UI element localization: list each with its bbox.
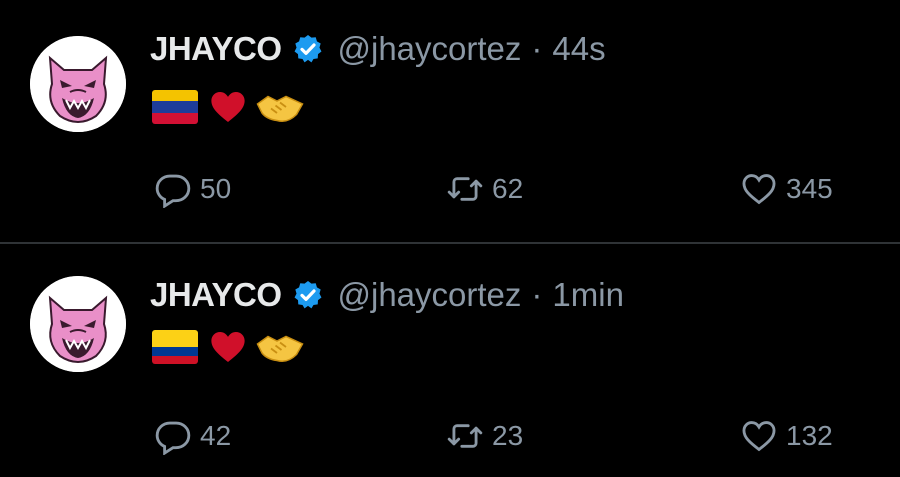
reply-count: 42	[200, 420, 232, 451]
avatar[interactable]	[30, 36, 126, 132]
like-count: 132	[786, 420, 833, 451]
tweet-content	[152, 328, 304, 366]
timestamp[interactable]: 1min	[552, 276, 624, 314]
handshake-icon	[256, 335, 304, 362]
user-handle[interactable]: @jhaycortez	[338, 276, 522, 314]
reply-count: 50	[200, 173, 232, 204]
retweet-count: 62	[492, 173, 524, 204]
red-heart-icon	[211, 91, 245, 123]
retweet-count: 23	[492, 420, 524, 451]
like-button[interactable]: 345	[740, 170, 833, 208]
tweet-actions: 42 23 132	[0, 417, 900, 461]
cat-mask-avatar-icon	[30, 276, 126, 372]
like-button[interactable]: 132	[740, 417, 833, 455]
tweet[interactable]: JHAYCO @jhaycortez · 1min 42 23 132	[0, 246, 900, 477]
colombia-flag-icon	[152, 330, 198, 364]
display-name[interactable]: JHAYCO	[150, 30, 282, 68]
like-icon	[742, 421, 776, 452]
display-name[interactable]: JHAYCO	[150, 276, 282, 314]
red-heart-icon	[211, 331, 245, 363]
tweet-header: JHAYCO @jhaycortez · 1min	[150, 276, 624, 314]
divider	[0, 242, 900, 244]
verified-icon	[294, 281, 321, 309]
verified-icon	[294, 35, 321, 63]
tweet[interactable]: JHAYCO @jhaycortez · 44s 50 62 345	[0, 0, 900, 242]
tweet-content	[152, 88, 304, 126]
reply-button[interactable]: 50	[154, 170, 231, 208]
separator-dot: ·	[531, 276, 543, 313]
like-count: 345	[786, 173, 833, 204]
reply-icon	[155, 174, 191, 208]
retweet-icon	[447, 177, 483, 201]
cat-mask-avatar-icon	[30, 36, 126, 132]
tweet-actions: 50 62 345	[0, 170, 900, 214]
retweet-button[interactable]: 23	[446, 417, 523, 455]
avatar[interactable]	[30, 276, 126, 372]
reply-button[interactable]: 42	[154, 417, 231, 455]
user-handle[interactable]: @jhaycortez	[338, 30, 522, 68]
reply-icon	[155, 421, 191, 455]
timestamp[interactable]: 44s	[552, 30, 605, 68]
handshake-icon	[256, 95, 304, 122]
tweet-header: JHAYCO @jhaycortez · 44s	[150, 30, 606, 68]
venezuela-flag-icon	[152, 90, 198, 124]
separator-dot: ·	[531, 30, 543, 67]
retweet-button[interactable]: 62	[446, 170, 523, 208]
retweet-icon	[447, 424, 483, 448]
like-icon	[742, 174, 776, 205]
